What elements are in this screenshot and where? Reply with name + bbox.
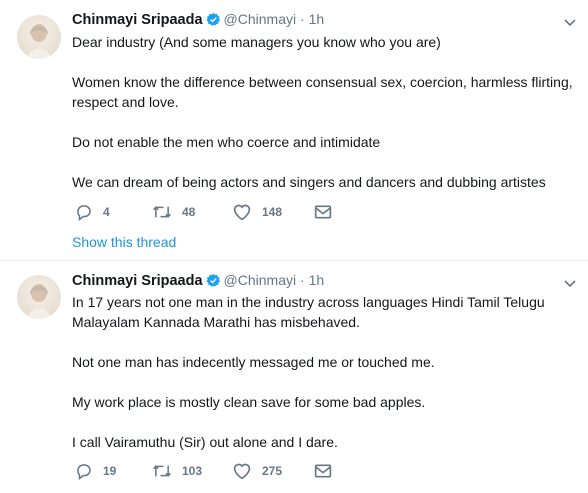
reply-button[interactable]: 19 bbox=[75, 461, 116, 481]
direct-message-button[interactable] bbox=[314, 202, 332, 222]
avatar[interactable] bbox=[17, 15, 61, 59]
tweet[interactable]: Chinmayi Sripaada @Chinmayi · 1h In 17 ye… bbox=[0, 261, 588, 493]
tweet-paragraph: My work place is mostly clean save for s… bbox=[72, 394, 426, 410]
show-thread-link[interactable]: Show this thread bbox=[72, 232, 176, 252]
reply-count: 4 bbox=[103, 205, 110, 219]
author-handle[interactable]: @Chinmayi bbox=[224, 11, 297, 27]
heart-icon bbox=[232, 203, 252, 221]
tweet-paragraph: I call Vairamuthu (Sir) out alone and I … bbox=[72, 434, 338, 450]
tweet-paragraph: In 17 years not one man in the industry … bbox=[72, 294, 545, 330]
retweet-icon bbox=[152, 203, 172, 221]
retweet-count: 48 bbox=[182, 205, 196, 219]
like-count: 148 bbox=[262, 205, 283, 219]
tweet-paragraph: Dear industry (And some managers you kno… bbox=[72, 34, 441, 50]
reply-count: 19 bbox=[103, 464, 117, 478]
retweet-icon bbox=[152, 462, 172, 480]
avatar[interactable] bbox=[17, 275, 61, 319]
tweet-paragraph: Do not enable the men who coerce and int… bbox=[72, 134, 381, 150]
retweet-button[interactable]: 103 bbox=[152, 461, 202, 481]
author-name[interactable]: Chinmayi Sripaada bbox=[72, 12, 203, 28]
tweet-text: Dear industry (And some managers you kno… bbox=[72, 32, 577, 192]
author-name[interactable]: Chinmayi Sripaada bbox=[72, 273, 203, 289]
verified-badge-icon bbox=[206, 273, 221, 293]
retweet-count: 103 bbox=[182, 464, 203, 478]
envelope-icon bbox=[314, 463, 332, 479]
heart-icon bbox=[232, 462, 252, 480]
verified-badge-icon bbox=[206, 12, 221, 32]
reply-icon bbox=[75, 203, 93, 221]
envelope-icon bbox=[314, 204, 332, 220]
chevron-down-icon[interactable] bbox=[564, 275, 576, 293]
chevron-down-icon[interactable] bbox=[564, 14, 576, 32]
tweet[interactable]: Chinmayi Sripaada @Chinmayi · 1h Dear ind… bbox=[0, 0, 588, 261]
retweet-button[interactable]: 48 bbox=[152, 202, 195, 222]
timestamp[interactable]: 1h bbox=[309, 272, 325, 288]
like-count: 275 bbox=[262, 464, 283, 478]
reply-icon bbox=[75, 462, 93, 480]
like-button[interactable]: 275 bbox=[232, 461, 282, 481]
timestamp[interactable]: 1h bbox=[309, 11, 325, 27]
author-handle[interactable]: @Chinmayi bbox=[224, 272, 297, 288]
reply-button[interactable]: 4 bbox=[75, 202, 110, 222]
like-button[interactable]: 148 bbox=[232, 202, 282, 222]
tweet-paragraph: Women know the difference between consen… bbox=[72, 74, 573, 110]
separator: · bbox=[300, 272, 305, 288]
tweet-header: Chinmayi Sripaada @Chinmayi · 1h bbox=[72, 270, 324, 290]
tweet-header: Chinmayi Sripaada @Chinmayi · 1h bbox=[72, 9, 324, 29]
direct-message-button[interactable] bbox=[314, 461, 332, 481]
tweet-text: In 17 years not one man in the industry … bbox=[72, 292, 577, 452]
separator: · bbox=[300, 11, 305, 27]
tweet-paragraph: Not one man has indecently messaged me o… bbox=[72, 354, 435, 370]
tweet-paragraph: We can dream of being actors and singers… bbox=[72, 174, 546, 190]
